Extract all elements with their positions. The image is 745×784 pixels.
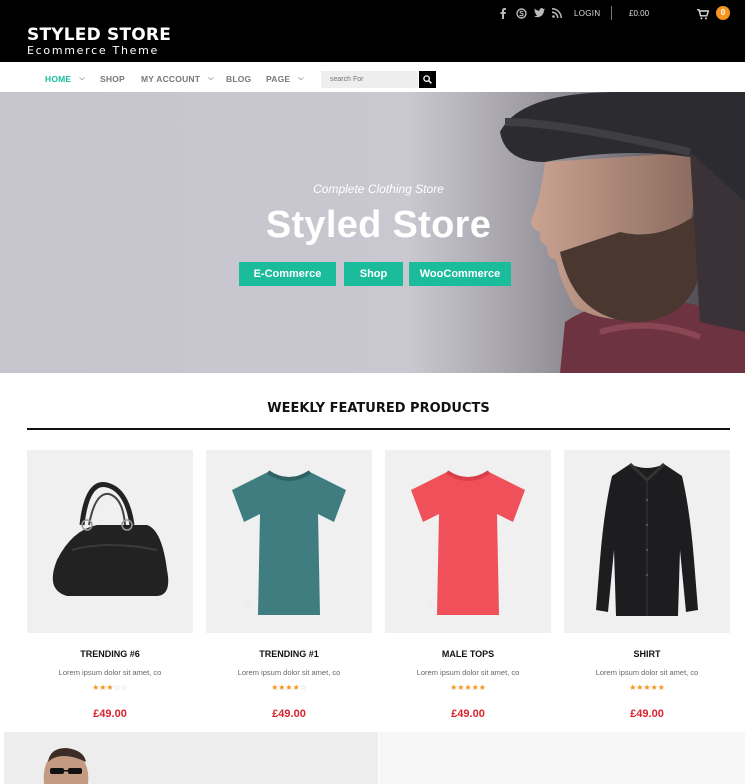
- login-link[interactable]: LOGIN: [574, 9, 600, 18]
- section-divider: [27, 428, 730, 430]
- skype-icon[interactable]: [515, 7, 527, 19]
- product-rating: ★★★☆☆: [92, 683, 128, 692]
- hero-banner: Complete Clothing Store Styled Store E-C…: [0, 92, 745, 373]
- product-card[interactable]: TRENDING #1 Lorem ipsum dolor sit amet, …: [206, 450, 372, 720]
- product-description: Lorem ipsum dolor sit amet, co: [416, 668, 520, 677]
- handbag-icon: [52, 482, 169, 596]
- promo-banner-left[interactable]: [4, 732, 378, 784]
- product-card[interactable]: SHIRT Lorem ipsum dolor sit amet, co ★★★…: [564, 450, 730, 720]
- product-name[interactable]: TRENDING #1: [206, 649, 372, 659]
- nav-item-blog[interactable]: BLOG: [226, 74, 251, 84]
- site-header: STYLED STORE Ecommerce Theme LOGIN £0.00…: [0, 0, 745, 62]
- header-divider: [611, 6, 612, 20]
- promo-banner-right[interactable]: [379, 732, 745, 784]
- product-price: £49.00: [630, 708, 664, 720]
- chevron-down-icon: ⌵: [79, 75, 85, 82]
- nav-item-label: MY ACCOUNT: [141, 74, 201, 84]
- nav-item-my-account[interactable]: MY ACCOUNT ⌵: [141, 74, 214, 84]
- chevron-down-icon: ⌵: [208, 75, 214, 82]
- chevron-down-icon: ⌵: [298, 75, 304, 82]
- product-rating: ★★★★★: [629, 683, 665, 692]
- product-image[interactable]: [385, 450, 551, 633]
- product-description: Lorem ipsum dolor sit amet, co: [237, 668, 341, 677]
- product-price: £49.00: [93, 708, 127, 720]
- search-input[interactable]: [321, 71, 418, 88]
- nav-item-label: BLOG: [226, 74, 252, 84]
- product-price: £49.00: [272, 708, 306, 720]
- product-image[interactable]: [206, 450, 372, 633]
- hero-title: Styled Store: [265, 204, 492, 246]
- woocommerce-button[interactable]: WooCommerce: [409, 262, 511, 286]
- teal-tshirt-icon: [232, 470, 346, 615]
- cart-total[interactable]: £0.00: [629, 9, 649, 18]
- product-image[interactable]: [27, 450, 193, 633]
- cart-icon[interactable]: [697, 7, 710, 20]
- nav-item-home[interactable]: HOME ⌵: [45, 74, 85, 84]
- product-image[interactable]: [564, 450, 730, 633]
- product-card[interactable]: MALE TOPS Lorem ipsum dolor sit amet, co…: [385, 450, 551, 720]
- black-shirt-icon: [596, 462, 698, 616]
- model-with-sunglasses-image: [43, 748, 89, 784]
- site-title: STYLED STORE: [27, 25, 172, 45]
- nav-item-label: PAGE: [266, 74, 291, 84]
- ecommerce-button[interactable]: E-Commerce: [239, 262, 336, 286]
- twitter-icon[interactable]: [533, 7, 545, 19]
- product-description: Lorem ipsum dolor sit amet, co: [595, 668, 699, 677]
- site-tagline: Ecommerce Theme: [27, 44, 159, 57]
- product-price: £49.00: [451, 708, 485, 720]
- product-name[interactable]: MALE TOPS: [385, 649, 551, 659]
- product-description: Lorem ipsum dolor sit amet, co: [58, 668, 162, 677]
- nav-item-label: HOME: [45, 74, 72, 84]
- nav-item-shop[interactable]: SHOP: [100, 74, 125, 84]
- nav-item-label: SHOP: [100, 74, 125, 84]
- product-name[interactable]: TRENDING #6: [27, 649, 193, 659]
- shop-button[interactable]: Shop: [344, 262, 403, 286]
- nav-item-page[interactable]: PAGE ⌵: [266, 74, 304, 84]
- product-rating: ★★★★☆: [271, 683, 307, 692]
- search-button[interactable]: [419, 71, 436, 88]
- site-logo[interactable]: STYLED STORE Ecommerce Theme: [27, 26, 171, 57]
- hero-subtitle: Complete Clothing Store: [313, 182, 444, 196]
- red-tshirt-icon: [411, 470, 525, 615]
- facebook-icon[interactable]: [497, 7, 509, 19]
- product-rating: ★★★★★: [450, 683, 486, 692]
- rss-icon[interactable]: [551, 7, 563, 19]
- cart-count-badge[interactable]: 0: [716, 6, 730, 20]
- product-name[interactable]: SHIRT: [564, 649, 730, 659]
- social-links: [497, 7, 563, 19]
- search-icon: [423, 75, 432, 84]
- section-title: WEEKLY FEATURED PRODUCTS: [267, 401, 490, 416]
- product-card[interactable]: TRENDING #6 Lorem ipsum dolor sit amet, …: [27, 450, 193, 720]
